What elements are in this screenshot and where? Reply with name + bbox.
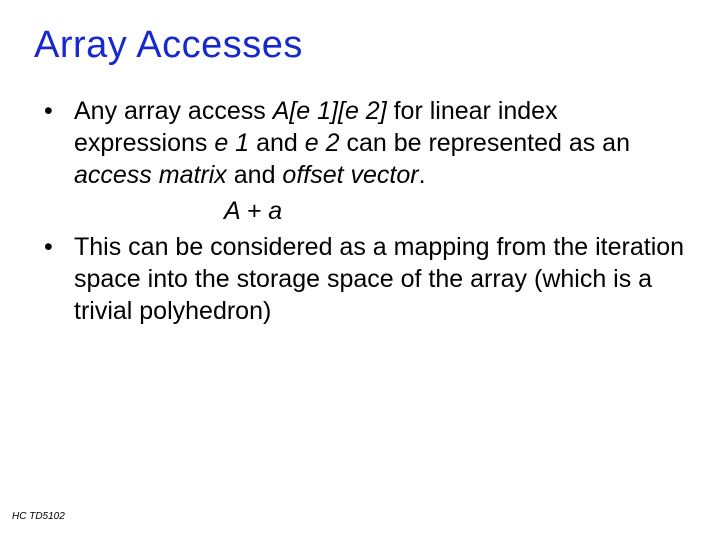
bullet-item-2: • This can be considered as a mapping fr… — [44, 231, 686, 327]
bullet-dot-icon: • — [44, 95, 74, 191]
slide-title: Array Accesses — [34, 24, 686, 67]
bullet-text-2: This can be considered as a mapping from… — [74, 231, 686, 327]
text-fragment: and — [249, 129, 305, 157]
text-fragment: . — [419, 161, 426, 189]
bullet-dot-icon: • — [44, 231, 74, 327]
text-fragment: and — [227, 161, 283, 189]
slide-footer: HC TD5102 — [12, 511, 65, 522]
term-access-matrix: access matrix — [74, 161, 227, 189]
term-offset-vector: offset vector — [282, 161, 418, 189]
index-e1: e 1 — [214, 129, 249, 157]
text-fragment: Any array access — [74, 97, 273, 125]
bullet-item-1: • Any array access A[e 1][e 2] for linea… — [44, 95, 686, 191]
text-fragment: can be represented as an — [340, 129, 630, 157]
array-expression: A[e 1][e 2] — [273, 97, 387, 125]
slide: Array Accesses • Any array access A[e 1]… — [0, 0, 720, 540]
formula-line: A + a — [44, 195, 686, 227]
bullet-text-1: Any array access A[e 1][e 2] for linear … — [74, 95, 686, 191]
index-e2: e 2 — [305, 129, 340, 157]
slide-body: • Any array access A[e 1][e 2] for linea… — [34, 95, 686, 327]
